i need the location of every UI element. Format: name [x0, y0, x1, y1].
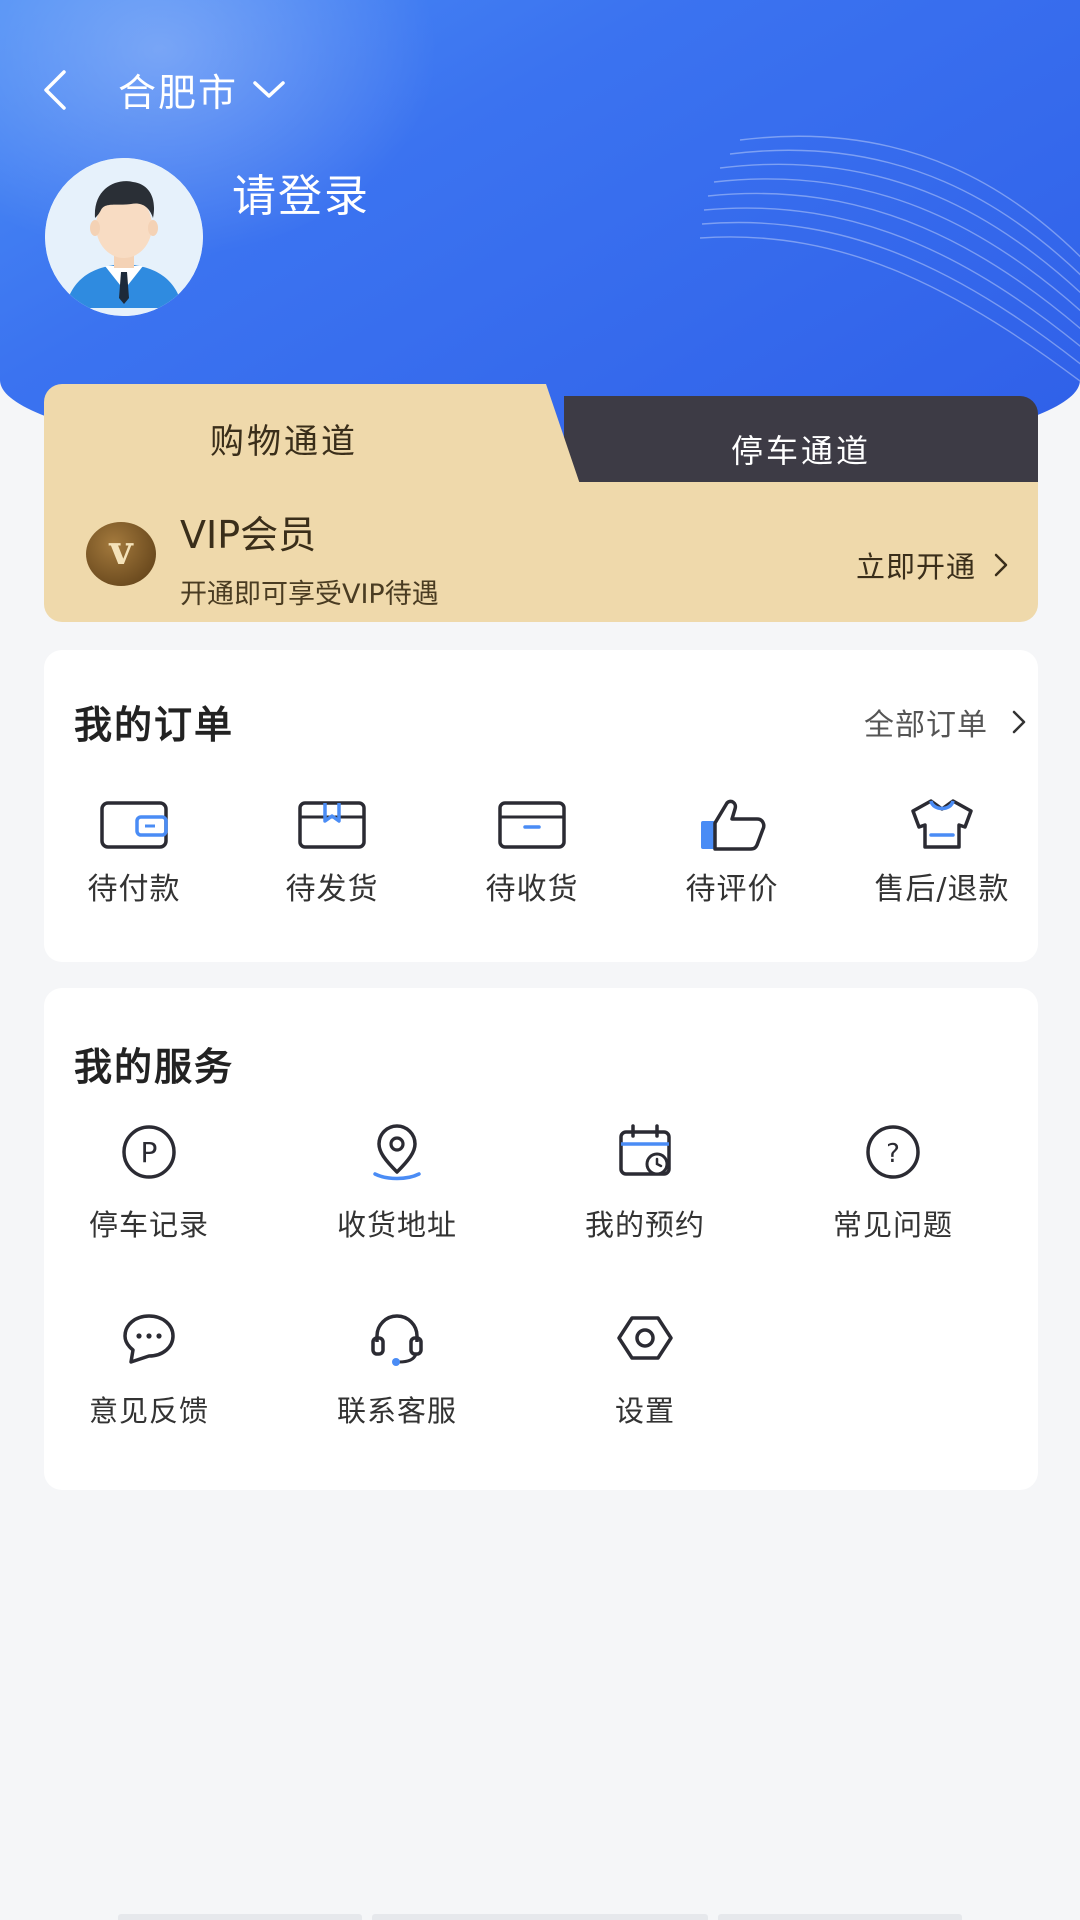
order-pending-receipt[interactable]: 待收货 — [462, 796, 602, 908]
vip-badge-icon: v — [86, 522, 156, 586]
chevron-down-icon[interactable] — [252, 78, 286, 102]
decorative-waves — [700, 135, 1080, 382]
back-arrow-icon[interactable] — [40, 64, 76, 116]
service-item-label: 意见反馈 — [88, 1394, 209, 1428]
service-my-reservations[interactable]: 我的预约 — [560, 1122, 730, 1244]
vip-activate-button[interactable]: 立即开通 — [856, 544, 1008, 586]
service-item-label: 停车记录 — [88, 1208, 209, 1242]
calendar-clock-icon — [613, 1122, 677, 1182]
service-item-label: 常见问题 — [832, 1208, 953, 1242]
tab-parking-channel[interactable]: 停车通道 — [564, 396, 1038, 496]
order-item-label: 待评价 — [685, 872, 779, 907]
package-icon — [296, 796, 368, 854]
tab-label: 购物通道 — [210, 422, 358, 462]
order-pending-payment[interactable]: 待付款 — [64, 796, 204, 908]
parking-icon: P — [117, 1122, 181, 1182]
chevron-right-icon — [1012, 710, 1026, 734]
box-icon — [496, 796, 568, 854]
vip-action-label: 立即开通 — [855, 550, 976, 584]
service-item-label: 设置 — [614, 1394, 675, 1428]
svg-text:P: P — [141, 1136, 158, 1169]
orders-panel: 我的订单 全部订单 待付款 待发货 待收货 待评价 售后/退款 — [44, 650, 1038, 962]
order-item-label: 待付款 — [87, 872, 181, 907]
location-pin-icon — [365, 1122, 429, 1182]
orders-title: 我的订单 — [74, 703, 235, 747]
chevron-right-icon — [994, 553, 1008, 577]
wallet-icon — [98, 796, 170, 854]
service-settings[interactable]: 设置 — [560, 1308, 730, 1430]
service-feedback[interactable]: 意见反馈 — [64, 1308, 234, 1430]
headset-icon — [365, 1308, 429, 1368]
order-pending-shipment[interactable]: 待发货 — [262, 796, 402, 908]
vip-badge-letter: v — [109, 527, 133, 574]
service-item-label: 收货地址 — [336, 1208, 457, 1242]
all-orders-label: 全部订单 — [864, 708, 988, 743]
order-item-label: 待发货 — [285, 872, 379, 907]
service-item-label: 我的预约 — [584, 1208, 705, 1242]
vip-subtitle: 开通即可享受VIP待遇 — [180, 579, 439, 610]
svg-text:?: ? — [886, 1139, 900, 1169]
settings-hexagon-icon — [613, 1308, 677, 1368]
bottom-nav-edge — [118, 1914, 362, 1920]
bottom-nav-edge — [718, 1914, 962, 1920]
order-pending-review[interactable]: 待评价 — [662, 796, 802, 908]
thumbs-up-icon — [696, 796, 768, 854]
all-orders-link[interactable]: 全部订单 — [864, 700, 1026, 744]
top-bar: 合肥市 — [40, 62, 286, 117]
order-item-label: 待收货 — [485, 872, 579, 907]
order-item-label: 售后/退款 — [874, 872, 1010, 907]
order-after-sales-refund[interactable]: 售后/退款 — [852, 796, 1032, 908]
service-parking-records[interactable]: P 停车记录 — [64, 1122, 234, 1244]
service-shipping-address[interactable]: 收货地址 — [312, 1122, 482, 1244]
question-icon: ? — [861, 1122, 925, 1182]
tab-shopping-channel[interactable]: 购物通道 — [44, 384, 584, 496]
bottom-nav-edge — [372, 1914, 708, 1920]
login-prompt[interactable]: 请登录 — [232, 160, 370, 224]
service-item-label: 联系客服 — [336, 1394, 457, 1428]
vip-membership-banner[interactable]: v VIP会员 开通即可享受VIP待遇 立即开通 — [44, 482, 1038, 622]
vip-title: VIP会员 — [180, 513, 317, 557]
channel-card: 停车通道 购物通道 v VIP会员 开通即可享受VIP待遇 立即开通 — [44, 384, 1038, 622]
city-selector[interactable]: 合肥市 — [118, 62, 238, 117]
services-title: 我的服务 — [74, 1045, 235, 1089]
avatar[interactable] — [45, 158, 203, 316]
return-shirt-icon — [906, 796, 978, 854]
service-contact-support[interactable]: 联系客服 — [312, 1308, 482, 1430]
chat-bubble-icon — [117, 1308, 181, 1368]
tab-label: 停车通道 — [730, 432, 871, 470]
service-faq[interactable]: ? 常见问题 — [808, 1122, 978, 1244]
services-panel: 我的服务 P 停车记录 收货地址 我的预约 ? 常见问题 意见反馈 联系客服 设… — [44, 988, 1038, 1490]
